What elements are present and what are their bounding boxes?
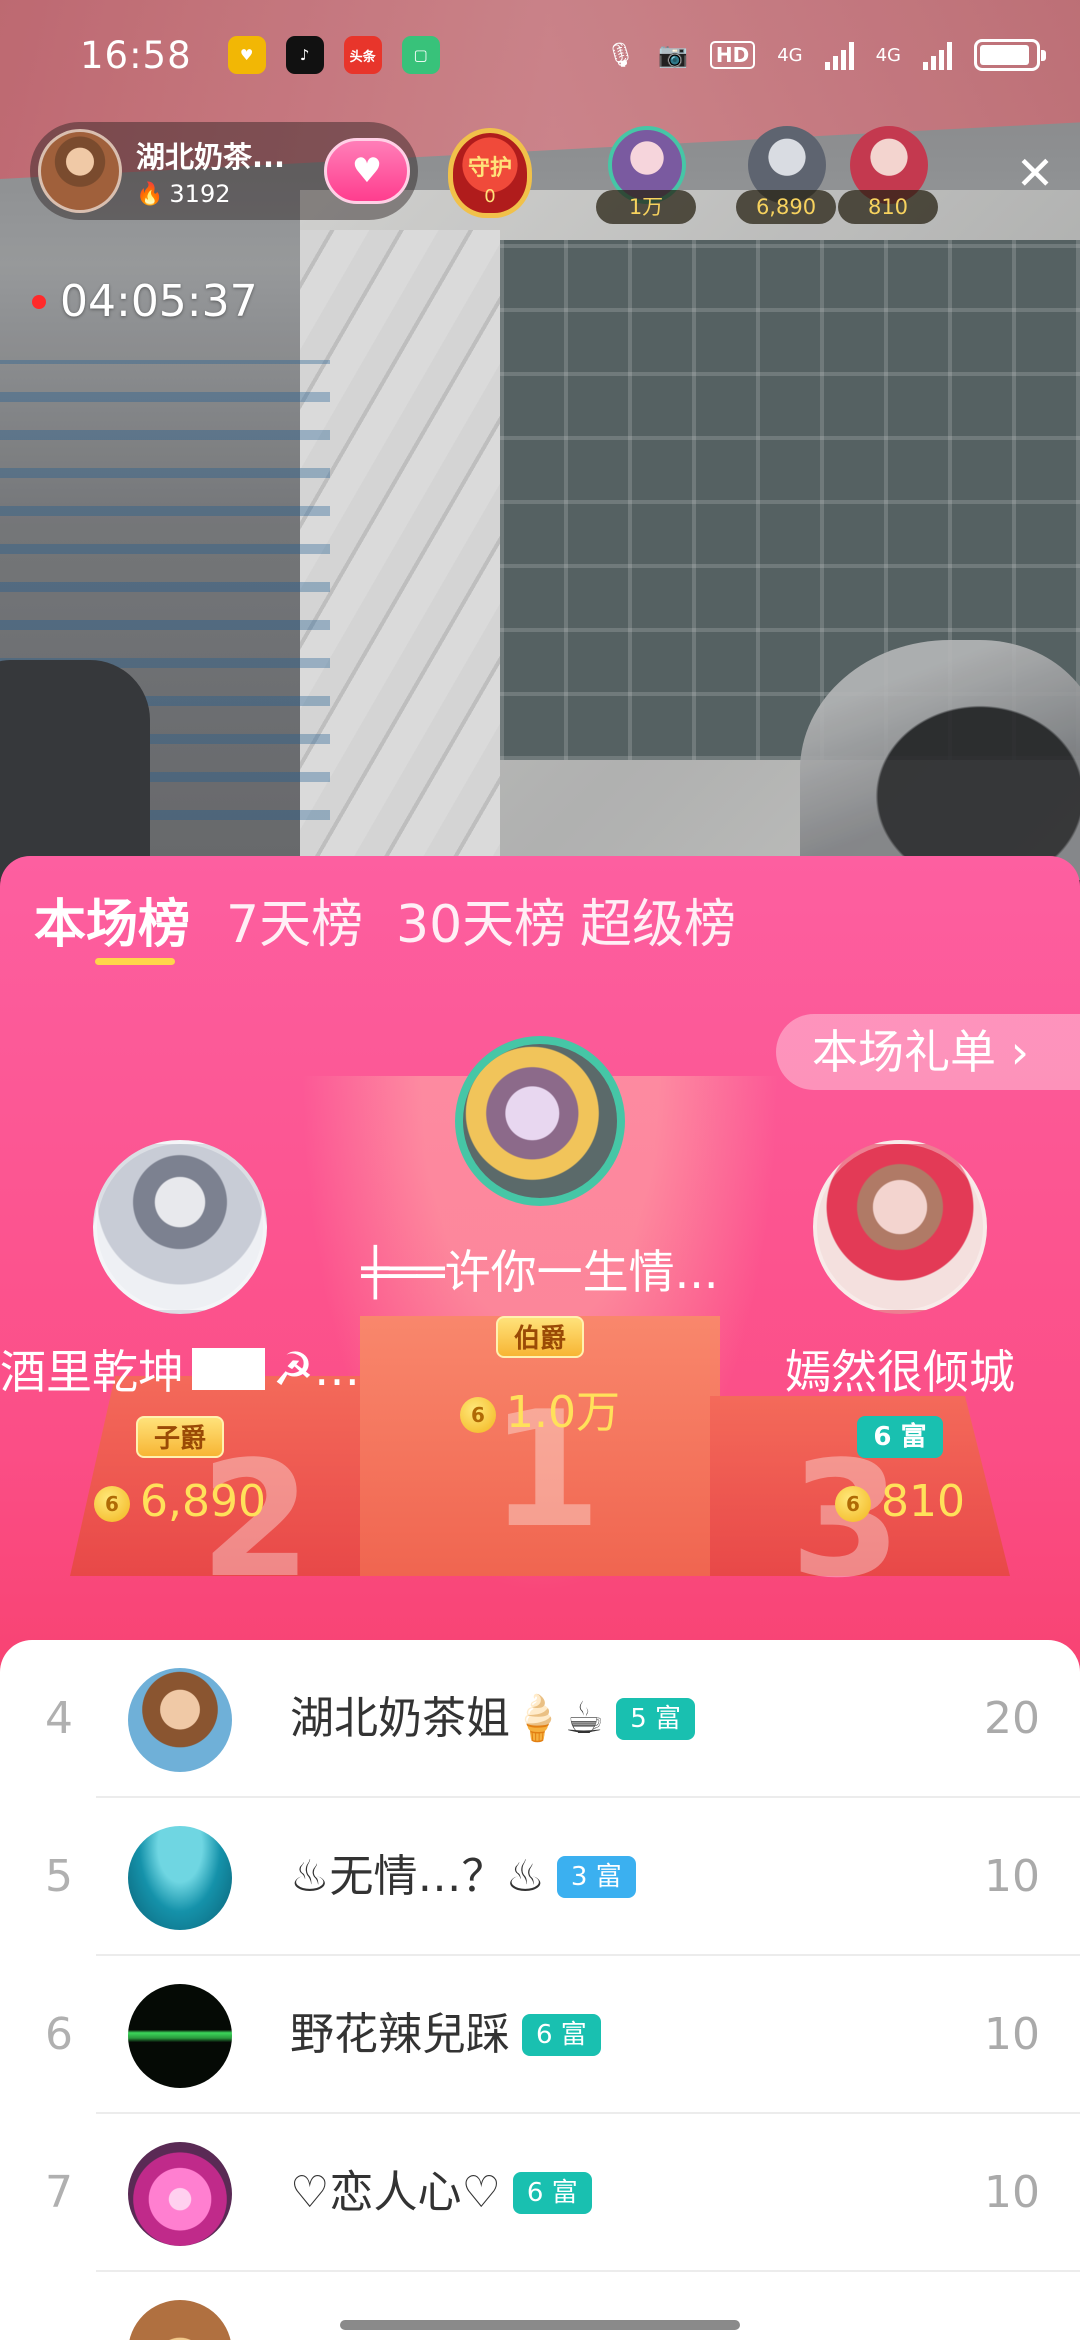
second-noble-badge: 子爵: [135, 1416, 224, 1458]
tab-7-days[interactable]: 7天榜: [226, 882, 363, 957]
tiktok-icon: ♪: [285, 36, 324, 74]
rank-second[interactable]: 酒里乾坤 ☭… 子爵 6 6,890: [0, 1140, 360, 1527]
row-rank: 7: [45, 2167, 73, 2218]
guard-count: 0: [484, 186, 496, 207]
row-avatar[interactable]: [128, 2142, 232, 2246]
network-type-1: 4G: [777, 44, 803, 66]
row-avatar[interactable]: [128, 2300, 232, 2340]
microphone-icon: 🎙: [605, 41, 636, 69]
hd-icon: HD: [709, 41, 756, 69]
row-rank: 5: [45, 1851, 73, 1902]
top-viewer-1[interactable]: 1万: [596, 120, 696, 230]
list-item[interactable]: 5 ♨无情…？♨ 3 富 10: [0, 1798, 1080, 1956]
row-avatar[interactable]: [128, 1984, 232, 2088]
row-score: 20: [984, 1693, 1040, 1744]
live-timer: 04:05:37: [32, 276, 258, 327]
guard-label: 守护: [467, 156, 512, 181]
viewer-score: 6,890: [736, 190, 836, 224]
tab-this-session[interactable]: 本场榜: [34, 882, 190, 957]
coin-icon: 6: [94, 1486, 131, 1522]
row-score: 10: [984, 2009, 1040, 2060]
status-bar: 16:58 ♥ ♪ 头条 ▢ 🎙 📷 HD 4G 4G: [0, 0, 1080, 110]
recording-dot-icon: [32, 294, 46, 309]
row-name: ♡恋人心♡: [290, 2167, 501, 2218]
home-indicator[interactable]: [340, 2320, 740, 2330]
row-score: 10: [984, 2167, 1040, 2218]
row-rank: 6: [45, 2009, 73, 2060]
live-duration: 04:05:37: [60, 276, 258, 327]
third-amount: 810: [881, 1476, 965, 1527]
row-name: ♨无情…？♨: [290, 1851, 545, 1902]
row-avatar[interactable]: [128, 1668, 232, 1772]
ranking-list: 4 湖北奶茶姐🍦☕ 5 富 20 5 ♨无情…？♨ 3 富 10 6 野花辣兒踩 6 …: [0, 1640, 1080, 2340]
third-name: 嫣然很倾城: [785, 1345, 1015, 1399]
square-app-icon: ▢: [401, 36, 440, 74]
first-avatar[interactable]: [455, 1036, 625, 1206]
redacted-block: [192, 1348, 265, 1390]
gift-app-icon: ♥: [227, 36, 266, 74]
battery-level: [980, 45, 1029, 65]
row-avatar[interactable]: [128, 1826, 232, 1930]
host-avatar[interactable]: [38, 129, 122, 213]
third-rich-badge: 6 富: [857, 1416, 943, 1458]
first-amount: 1.0万: [506, 1387, 620, 1438]
list-item[interactable]: 7 ♡恋人心♡ 6 富 10: [0, 2114, 1080, 2272]
row-rich-badge: 6 富: [522, 2014, 601, 2056]
first-noble-badge: 伯爵: [495, 1316, 584, 1358]
rank-first[interactable]: ╪══许你一生情... 伯爵 6 1.0万: [330, 1036, 750, 1440]
gift-list-button[interactable]: 本场礼单 ›: [776, 1014, 1080, 1090]
battery-icon: [974, 39, 1046, 71]
row-score: 10: [984, 1851, 1040, 1902]
ranking-tabs: 本场榜 7天榜 30天榜 超级榜: [0, 856, 1080, 968]
coin-icon: 6: [835, 1486, 871, 1522]
tab-30-days[interactable]: 30天榜: [396, 882, 566, 957]
signal-icon-2: [923, 40, 952, 70]
third-avatar[interactable]: [813, 1140, 987, 1314]
host-name: 湖北奶茶...: [136, 140, 286, 174]
gift-list-label: 本场礼单: [812, 1025, 996, 1079]
row-name: 野花辣兒踩: [290, 2009, 510, 2060]
host-info-pill[interactable]: 湖北奶茶... 🔥 3192 ♥: [30, 122, 418, 220]
close-icon[interactable]: ✕: [1010, 148, 1060, 198]
chevron-right-icon: ›: [1010, 1025, 1030, 1079]
hammer-sickle-icon: ☭…: [272, 1342, 360, 1396]
coin-icon: 6: [460, 1397, 496, 1433]
list-item[interactable]: 6 野花辣兒踩 6 富 10: [0, 1956, 1080, 2114]
status-time: 16:58: [80, 33, 192, 77]
camera-icon: 📷: [657, 41, 688, 69]
signal-icon-1: [824, 40, 854, 70]
row-name: 湖北奶茶姐🍦☕: [290, 1693, 605, 1744]
viewer-score: 810: [838, 190, 938, 224]
active-tab-indicator: [95, 958, 175, 965]
row-rich-badge: 5 富: [616, 1698, 696, 1740]
tab-super[interactable]: 超级榜: [580, 882, 736, 957]
second-amount: 6,890: [140, 1476, 266, 1527]
second-avatar[interactable]: [93, 1140, 267, 1314]
top-viewer-2[interactable]: 6,890: [736, 120, 836, 230]
viewer-score: 1万: [596, 190, 696, 224]
network-type-2: 4G: [875, 44, 901, 66]
first-name: ╪══许你一生情...: [361, 1245, 719, 1299]
rank-third[interactable]: 嫣然很倾城 6 富 6 810: [760, 1140, 1040, 1527]
row-rank: 4: [45, 1693, 73, 1744]
toutiao-icon: 头条: [343, 36, 382, 74]
row-rich-badge: 3 富: [556, 1856, 636, 1898]
list-item[interactable]: 4 湖北奶茶姐🍦☕ 5 富 20: [0, 1640, 1080, 1798]
guard-badge[interactable]: 守护 0: [438, 120, 542, 224]
top-viewer-3[interactable]: 810: [838, 120, 938, 230]
flame-icon: 🔥: [136, 181, 164, 207]
host-heat-count: 3192: [169, 180, 231, 208]
row-rich-badge: 6 富: [512, 2172, 592, 2214]
second-name: 酒里乾坤: [0, 1345, 184, 1399]
follow-heart-button[interactable]: ♥: [324, 138, 410, 204]
